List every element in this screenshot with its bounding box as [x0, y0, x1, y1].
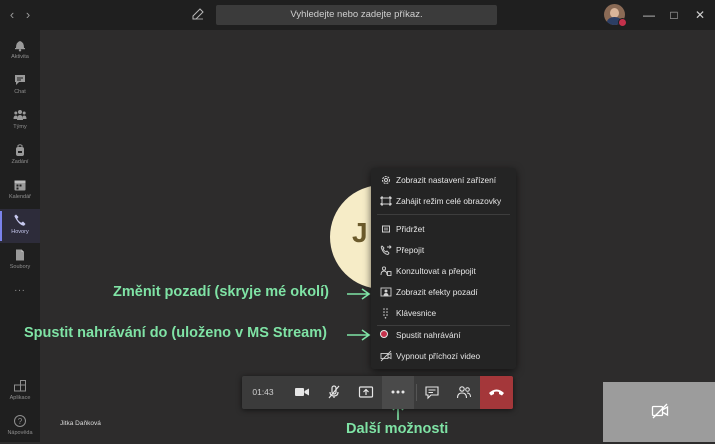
teams-icon [13, 110, 27, 120]
hang-up-icon [489, 389, 504, 396]
more-options-menu: Zobrazit nastavení zařízení Zahájit reži… [371, 168, 516, 369]
transfer-icon [380, 245, 392, 255]
more-icon: ... [14, 283, 26, 294]
share-screen-button[interactable] [350, 376, 382, 409]
calendar-icon [14, 180, 26, 191]
sidebar-item-activity[interactable]: Aktivita [0, 34, 40, 68]
sidebar-item-more[interactable]: ... [0, 279, 40, 313]
chat-icon [425, 386, 439, 400]
svg-text:?: ? [18, 417, 23, 426]
gear-icon [381, 175, 391, 185]
phone-icon [14, 214, 26, 226]
conversation-button[interactable] [416, 376, 448, 409]
backpack-icon [16, 144, 24, 156]
chat-icon [15, 75, 25, 85]
sidebar-item-teams[interactable]: Týmy [0, 104, 40, 138]
participant-name: Jitka Daňková [60, 420, 101, 427]
menu-item-fullscreen[interactable]: Zahájit režim celé obrazovky [371, 191, 516, 211]
self-video-tile [603, 382, 715, 442]
people-icon [456, 386, 471, 399]
annotation-recording: Spustit nahrávání do (uloženo v MS Strea… [24, 325, 327, 341]
compose-icon[interactable] [192, 7, 206, 23]
apps-icon [14, 380, 26, 392]
avatar-initial: J [352, 217, 368, 248]
annotation-background: Změnit pozadí (skryje mé okolí) [113, 284, 329, 300]
bell-icon [15, 41, 25, 52]
back-arrow-icon[interactable]: ‹ [5, 7, 19, 23]
app-bar: Aktivita Chat Týmy Zadání Kalendář Hovor… [0, 30, 40, 442]
hang-up-button[interactable] [480, 376, 513, 409]
arrow-right-icon [347, 329, 371, 341]
menu-item-consult-transfer[interactable]: Konzultovat a přepojit [371, 261, 516, 281]
menu-item-transfer[interactable]: Přepojit [371, 240, 516, 260]
menu-item-background-effects[interactable]: Zobrazit efekty pozadí [371, 282, 516, 302]
mute-button[interactable] [318, 376, 350, 409]
menu-item-turn-off-incoming-video[interactable]: Vypnout příchozí video [371, 346, 516, 366]
sidebar-item-apps[interactable]: Aplikace [0, 375, 40, 409]
title-bar: ‹ › Vyhledejte nebo zadejte příkaz. — □ … [0, 0, 715, 30]
presence-status-icon [618, 18, 627, 27]
background-effects-icon [380, 287, 392, 297]
menu-item-hold[interactable]: Přidržet [371, 219, 516, 239]
camera-button[interactable] [286, 376, 318, 409]
menu-item-start-recording[interactable]: Spustit nahrávání [371, 325, 516, 345]
more-dots-icon [391, 390, 405, 394]
call-timer: 01:43 [252, 387, 274, 397]
menu-item-dialpad[interactable]: Klávesnice [371, 303, 516, 323]
forward-arrow-icon[interactable]: › [21, 7, 35, 23]
participants-button[interactable] [448, 376, 480, 409]
files-icon [16, 249, 24, 261]
sidebar-item-chat[interactable]: Chat [0, 69, 40, 103]
search-input[interactable]: Vyhledejte nebo zadejte příkaz. [216, 5, 497, 25]
arrow-right-icon [347, 288, 371, 300]
microphone-off-icon [328, 385, 340, 399]
sidebar-item-calls[interactable]: Hovory [0, 209, 40, 243]
menu-divider [377, 214, 510, 215]
sidebar-item-calendar[interactable]: Kalendář [0, 174, 40, 208]
call-controls: 01:43 [242, 376, 513, 409]
maximize-icon[interactable]: □ [666, 7, 682, 23]
close-icon[interactable]: ✕ [692, 7, 708, 23]
dialpad-icon [383, 308, 388, 319]
hold-icon [382, 225, 390, 233]
more-options-button[interactable] [382, 376, 414, 409]
share-screen-icon [358, 386, 374, 398]
consult-transfer-icon [380, 266, 392, 276]
video-off-icon [380, 350, 392, 362]
minimize-icon[interactable]: — [641, 7, 657, 23]
record-icon [380, 330, 388, 338]
video-camera-icon [295, 388, 309, 396]
menu-item-device-settings[interactable]: Zobrazit nastavení zařízení [371, 170, 516, 190]
fullscreen-icon [380, 196, 392, 206]
help-icon: ? [14, 415, 26, 427]
sidebar-item-files[interactable]: Soubory [0, 244, 40, 278]
annotation-more-options: Další možnosti [346, 421, 449, 437]
sidebar-item-help[interactable]: ? Nápověda [0, 410, 40, 444]
camera-off-icon [651, 403, 669, 419]
sidebar-item-assignments[interactable]: Zadání [0, 139, 40, 173]
